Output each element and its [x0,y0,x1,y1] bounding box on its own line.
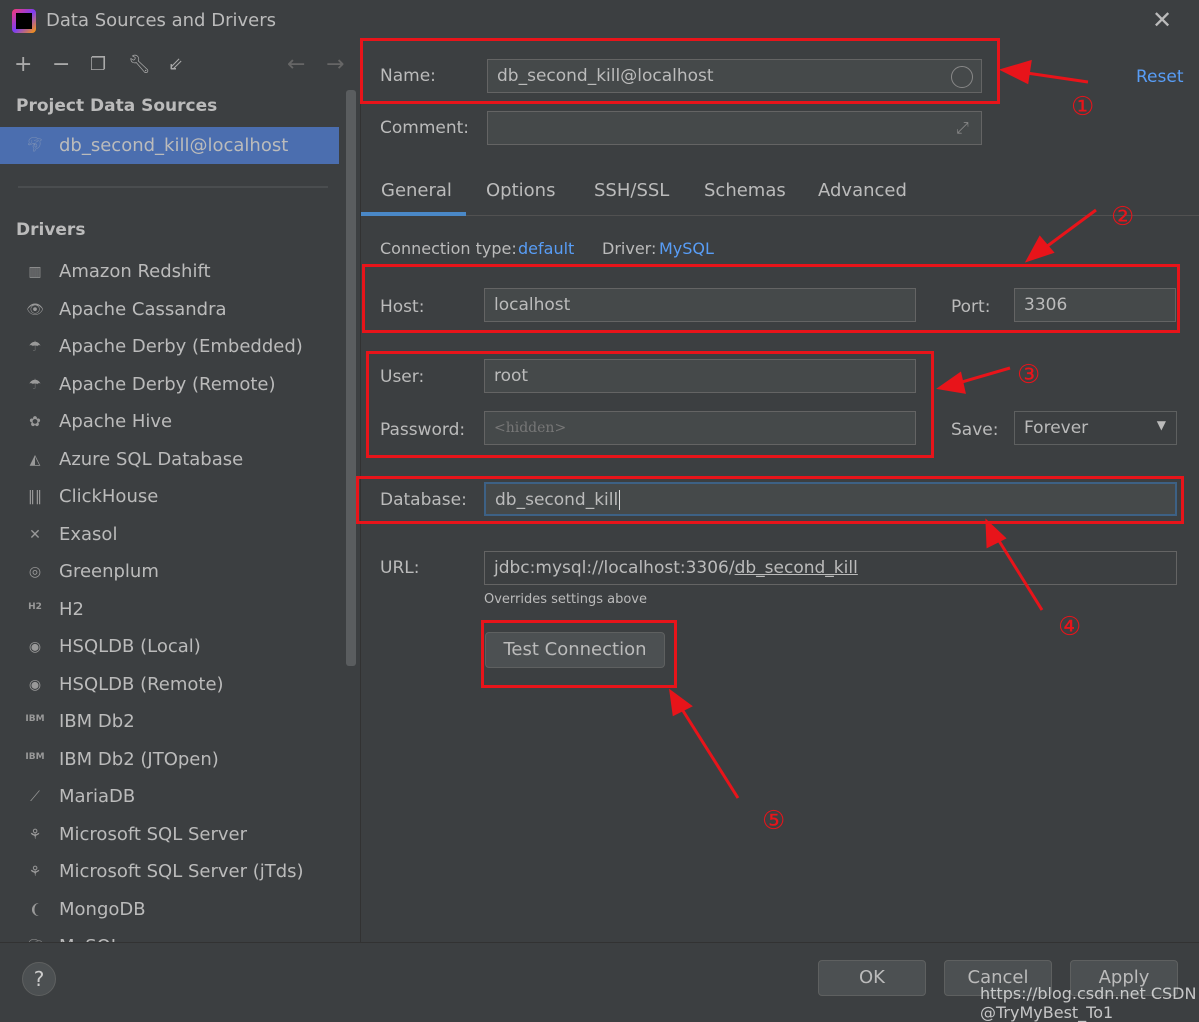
ok-button[interactable]: OK [818,960,926,996]
annotation-number-5: ⑤ [762,806,786,836]
annotation-number-4: ④ [1058,612,1082,642]
annotation-number-3: ③ [1017,360,1041,390]
annotation-number-2: ② [1111,202,1135,232]
arrow-5 [678,705,740,799]
arrow-1 [1019,70,1089,84]
arrow-2 [1041,208,1097,252]
arrow-4 [994,535,1044,611]
annotation-arrows [669,59,1097,799]
help-button[interactable]: ? [22,962,56,996]
arrow-3 [954,366,1011,386]
annotation-number-1: ① [1071,92,1095,122]
watermark: https://blog.csdn.net CSDN @TryMyBest_To… [980,984,1197,1022]
